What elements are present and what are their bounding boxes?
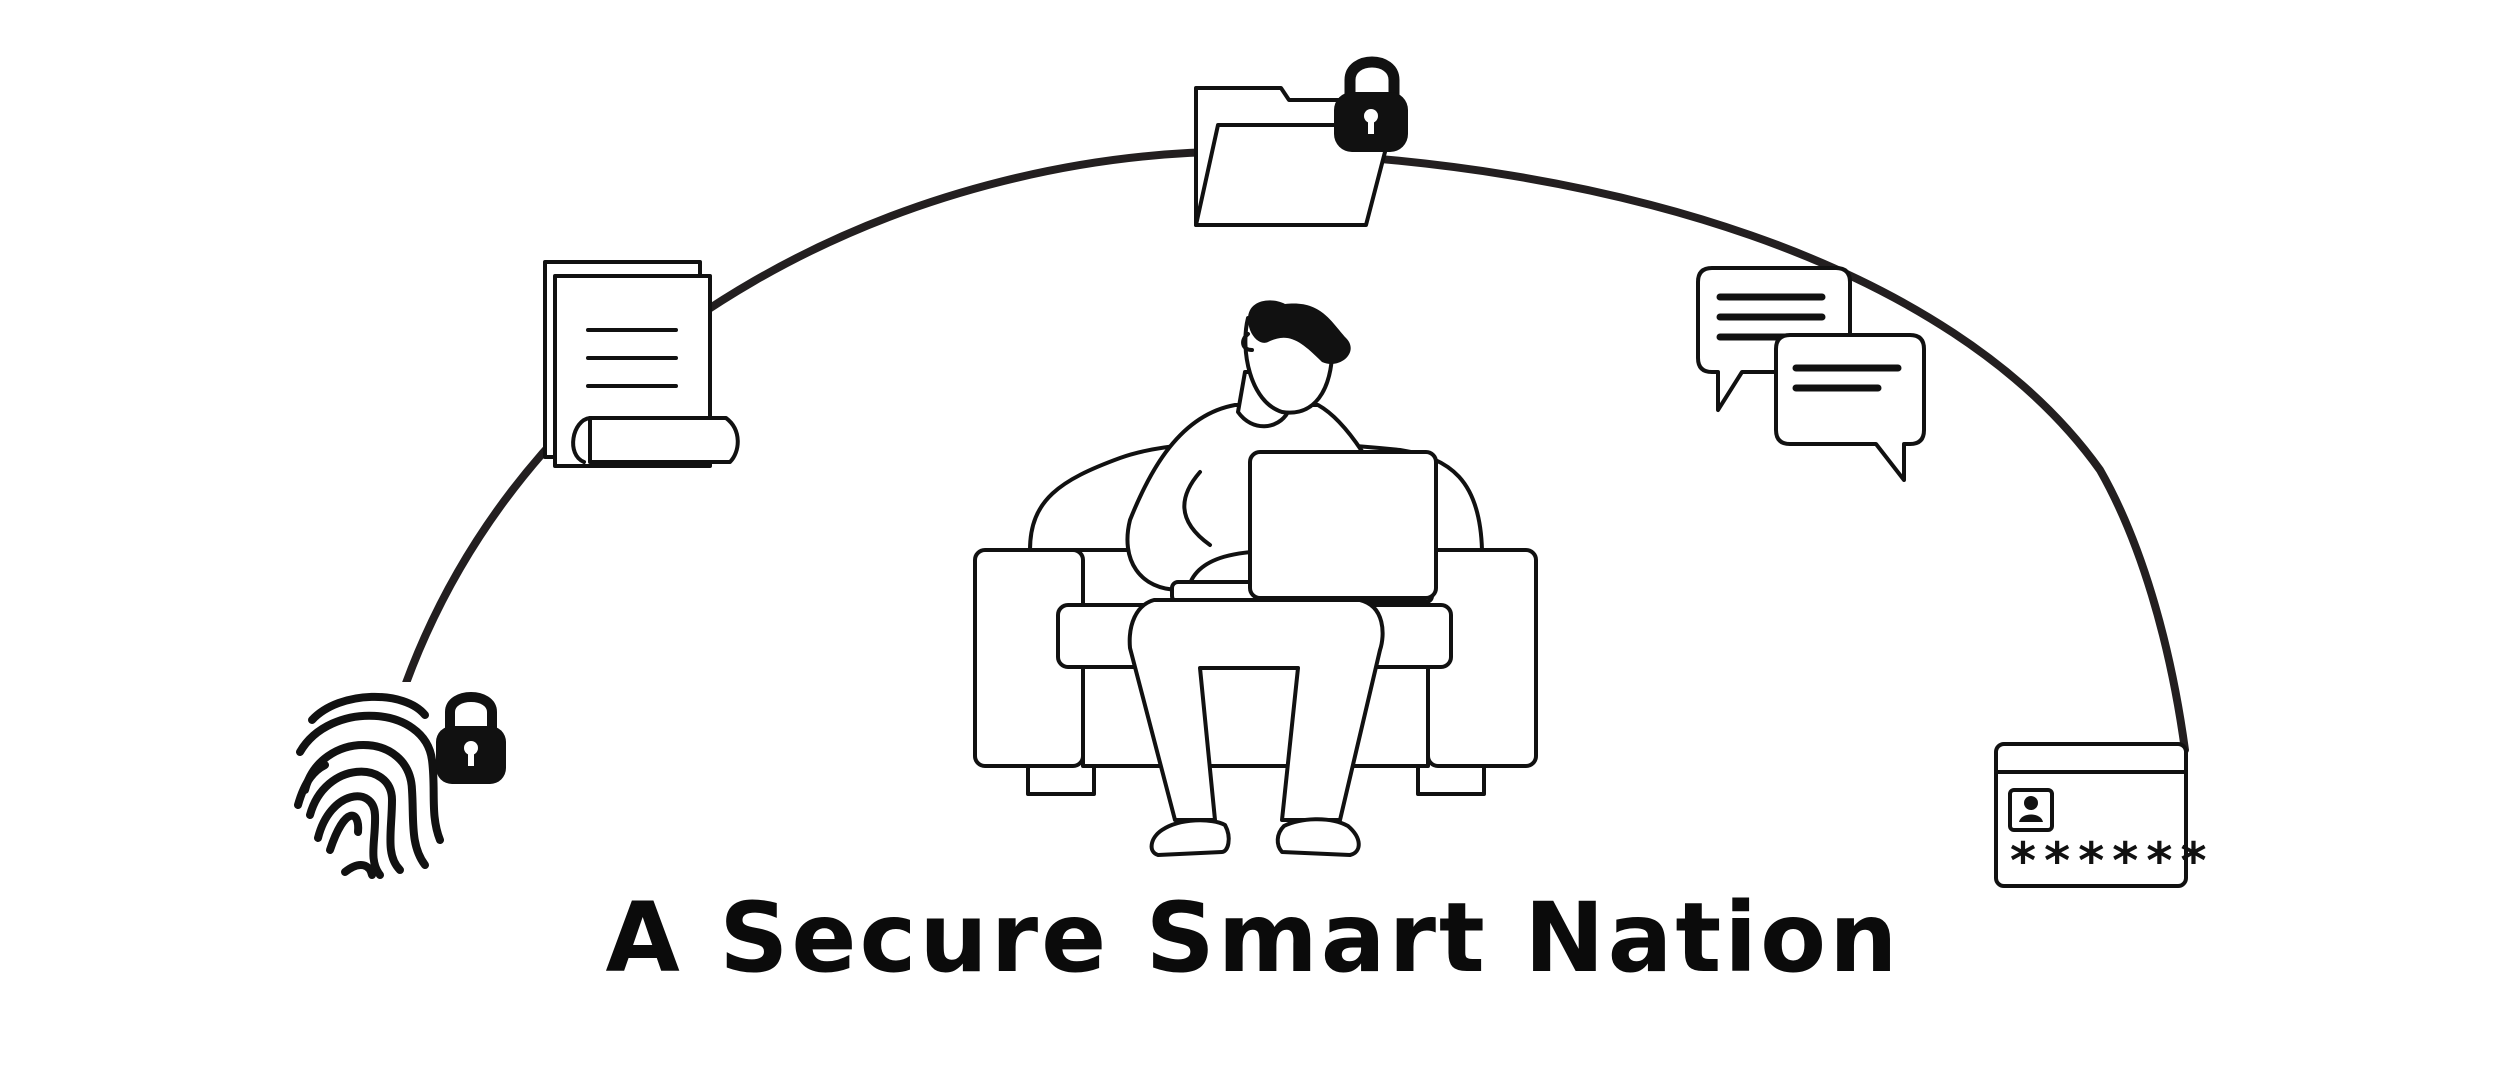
fingerprint-icon <box>285 682 460 879</box>
padlock-icon <box>436 692 506 784</box>
document-scroll-icon <box>543 260 740 468</box>
page-title: A Secure Smart Nation <box>605 882 1901 994</box>
person-with-laptop-illustration <box>1125 300 1438 857</box>
masked-password-text: ****** <box>2008 832 2213 890</box>
id-card-icon: ****** <box>1994 742 2213 890</box>
padlock-icon <box>1334 56 1408 152</box>
